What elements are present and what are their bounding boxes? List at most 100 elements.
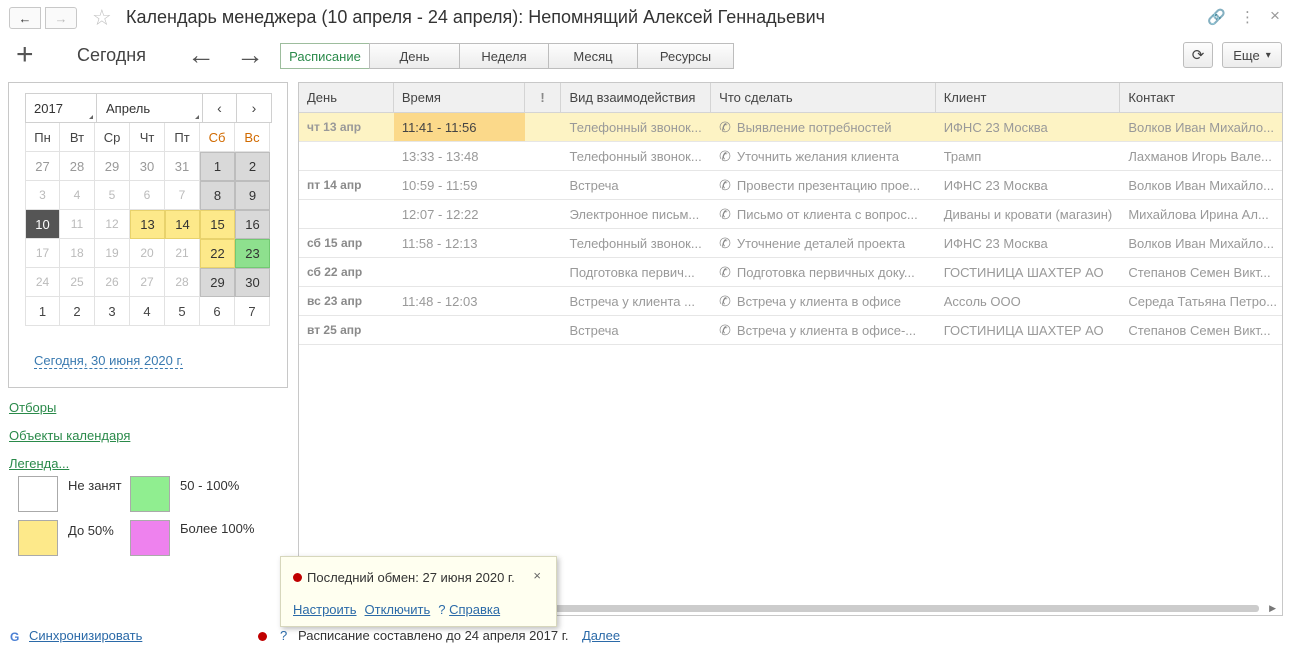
prev-month-button[interactable]: ‹ <box>203 94 237 122</box>
column-task[interactable]: Что сделать <box>711 83 936 112</box>
weekday-label: Сб <box>200 123 235 152</box>
table-row[interactable]: 12:07 - 12:22 Электронное письм... ✆ Пись… <box>299 200 1282 229</box>
table-row[interactable]: пт 14 апр 10:59 - 11:59 Встреча ✆ Провест… <box>299 171 1282 200</box>
calendar-day[interactable]: 5 <box>95 181 130 210</box>
close-icon[interactable]: × <box>1270 6 1280 26</box>
calendar-day[interactable]: 29 <box>95 152 130 181</box>
calendar-day[interactable]: 29 <box>200 268 235 297</box>
today-button[interactable]: Сегодня <box>77 45 146 66</box>
close-icon[interactable]: × <box>533 568 541 583</box>
calendar-day[interactable]: 12 <box>95 210 130 239</box>
calendar-day[interactable]: 3 <box>95 297 130 326</box>
more-label: Еще <box>1233 47 1260 63</box>
calendar-day[interactable]: 24 <box>25 268 60 297</box>
month-field[interactable]: Апрель <box>97 94 203 122</box>
calendar-day[interactable]: 20 <box>130 239 165 268</box>
filters-link[interactable]: Отборы <box>9 400 56 415</box>
next-period-icon[interactable]: → <box>236 40 264 70</box>
table-row[interactable]: чт 13 апр 11:41 - 11:56 Телефонный звоно… <box>299 113 1282 142</box>
legend-swatch-over-100 <box>130 520 170 556</box>
calendar-day[interactable]: 30 <box>130 152 165 181</box>
tab-day[interactable]: День <box>369 43 460 69</box>
table-row[interactable]: вс 23 апр 11:48 - 12:03 Встреча у клиент… <box>299 287 1282 316</box>
link-icon[interactable]: 🔗 <box>1207 8 1226 26</box>
calendar-day[interactable]: 6 <box>200 297 235 326</box>
tab-month[interactable]: Месяц <box>548 43 638 69</box>
calendar-day[interactable]: 28 <box>60 152 95 181</box>
calendar-day[interactable]: 4 <box>60 181 95 210</box>
column-day[interactable]: День <box>299 83 394 112</box>
star-icon[interactable]: ☆ <box>92 5 112 31</box>
calendar-day[interactable]: 1 <box>200 152 235 181</box>
calendar-day[interactable]: 27 <box>130 268 165 297</box>
calendar-day[interactable]: 3 <box>25 181 60 210</box>
calendar-day[interactable]: 16 <box>235 210 270 239</box>
calendar-day[interactable]: 19 <box>95 239 130 268</box>
phone-icon: ✆ <box>719 234 731 251</box>
disable-link[interactable]: Отключить <box>365 602 431 617</box>
calendar-day[interactable]: 5 <box>165 297 200 326</box>
tab-schedule[interactable]: Расписание <box>280 43 370 69</box>
calendar-day[interactable]: 27 <box>25 152 60 181</box>
column-interaction-type[interactable]: Вид взаимодействия <box>561 83 712 112</box>
table-row[interactable]: сб 22 апр Подготовка первич... ✆ Подготов… <box>299 258 1282 287</box>
calendar-day[interactable]: 4 <box>130 297 165 326</box>
calendar-day-selected[interactable]: 10 <box>25 210 60 239</box>
year-field[interactable]: 2017 <box>26 94 97 122</box>
calendar-day[interactable]: 8 <box>200 181 235 210</box>
calendar-day[interactable]: 22 <box>200 239 235 268</box>
calendar-day[interactable]: 14 <box>165 210 200 239</box>
calendar-day[interactable]: 9 <box>235 181 270 210</box>
column-client[interactable]: Клиент <box>936 83 1121 112</box>
tab-resources[interactable]: Ресурсы <box>637 43 734 69</box>
add-icon[interactable]: + <box>16 40 34 70</box>
configure-link[interactable]: Настроить <box>293 602 357 617</box>
arrow-left-icon: ← <box>18 10 32 26</box>
scroll-right-icon[interactable]: ▶ <box>1269 603 1276 614</box>
calendar-day[interactable]: 30 <box>235 268 270 297</box>
calendar-day[interactable]: 13 <box>130 210 165 239</box>
calendar-day[interactable]: 21 <box>165 239 200 268</box>
phone-icon: ✆ <box>719 263 731 280</box>
tab-week[interactable]: Неделя <box>459 43 549 69</box>
phone-icon: ✆ <box>719 205 731 222</box>
more-button[interactable]: Еще ▾ <box>1222 42 1282 68</box>
legend-link[interactable]: Легенда... <box>9 456 69 471</box>
calendar-day[interactable]: 26 <box>95 268 130 297</box>
calendar-day[interactable]: 6 <box>130 181 165 210</box>
calendar-day[interactable]: 25 <box>60 268 95 297</box>
today-date-link[interactable]: Сегодня, 30 июня 2020 г. <box>34 353 184 369</box>
calendar-day[interactable]: 7 <box>235 297 270 326</box>
calendar-day[interactable]: 31 <box>165 152 200 181</box>
column-importance[interactable]: ! <box>525 83 562 112</box>
horizontal-scrollbar[interactable] <box>549 605 1259 612</box>
calendar-day[interactable]: 1 <box>25 297 60 326</box>
calendar-day[interactable]: 18 <box>60 239 95 268</box>
back-button[interactable]: ← <box>9 7 41 29</box>
more-vertical-icon[interactable]: ⋮ <box>1240 8 1255 26</box>
table-row[interactable]: 13:33 - 13:48 Телефонный звонок... ✆ Уточ… <box>299 142 1282 171</box>
sync-link[interactable]: Синхронизировать <box>29 628 142 643</box>
calendar-day[interactable]: 7 <box>165 181 200 210</box>
refresh-icon: ⟳ <box>1191 47 1205 64</box>
table-row[interactable]: вт 25 апр Встреча ✆ Встреча у клиента в о… <box>299 316 1282 345</box>
calendar-day[interactable]: 28 <box>165 268 200 297</box>
column-contact[interactable]: Контакт <box>1120 83 1282 112</box>
calendar-day[interactable]: 2 <box>60 297 95 326</box>
next-month-button[interactable]: › <box>237 94 271 122</box>
refresh-button[interactable]: ⟳ <box>1183 42 1213 68</box>
table-row[interactable]: сб 15 апр 11:58 - 12:13 Телефонный звоно… <box>299 229 1282 258</box>
calendar-panel: 2017 Апрель ‹ › Пн Вт Ср Чт Пт Сб Вс 27 … <box>8 82 288 388</box>
help-icon[interactable]: ? <box>280 628 287 643</box>
calendar-day[interactable]: 17 <box>25 239 60 268</box>
calendar-day[interactable]: 2 <box>235 152 270 181</box>
help-link[interactable]: Справка <box>449 602 500 617</box>
calendar-day[interactable]: 15 <box>200 210 235 239</box>
forward-button[interactable]: → <box>45 7 77 29</box>
prev-period-icon[interactable]: ← <box>187 40 215 70</box>
calendar-objects-link[interactable]: Объекты календаря <box>9 428 130 443</box>
calendar-day[interactable]: 23 <box>235 239 270 268</box>
more-link[interactable]: Далее <box>582 628 620 643</box>
calendar-day[interactable]: 11 <box>60 210 95 239</box>
column-time[interactable]: Время <box>394 83 525 112</box>
